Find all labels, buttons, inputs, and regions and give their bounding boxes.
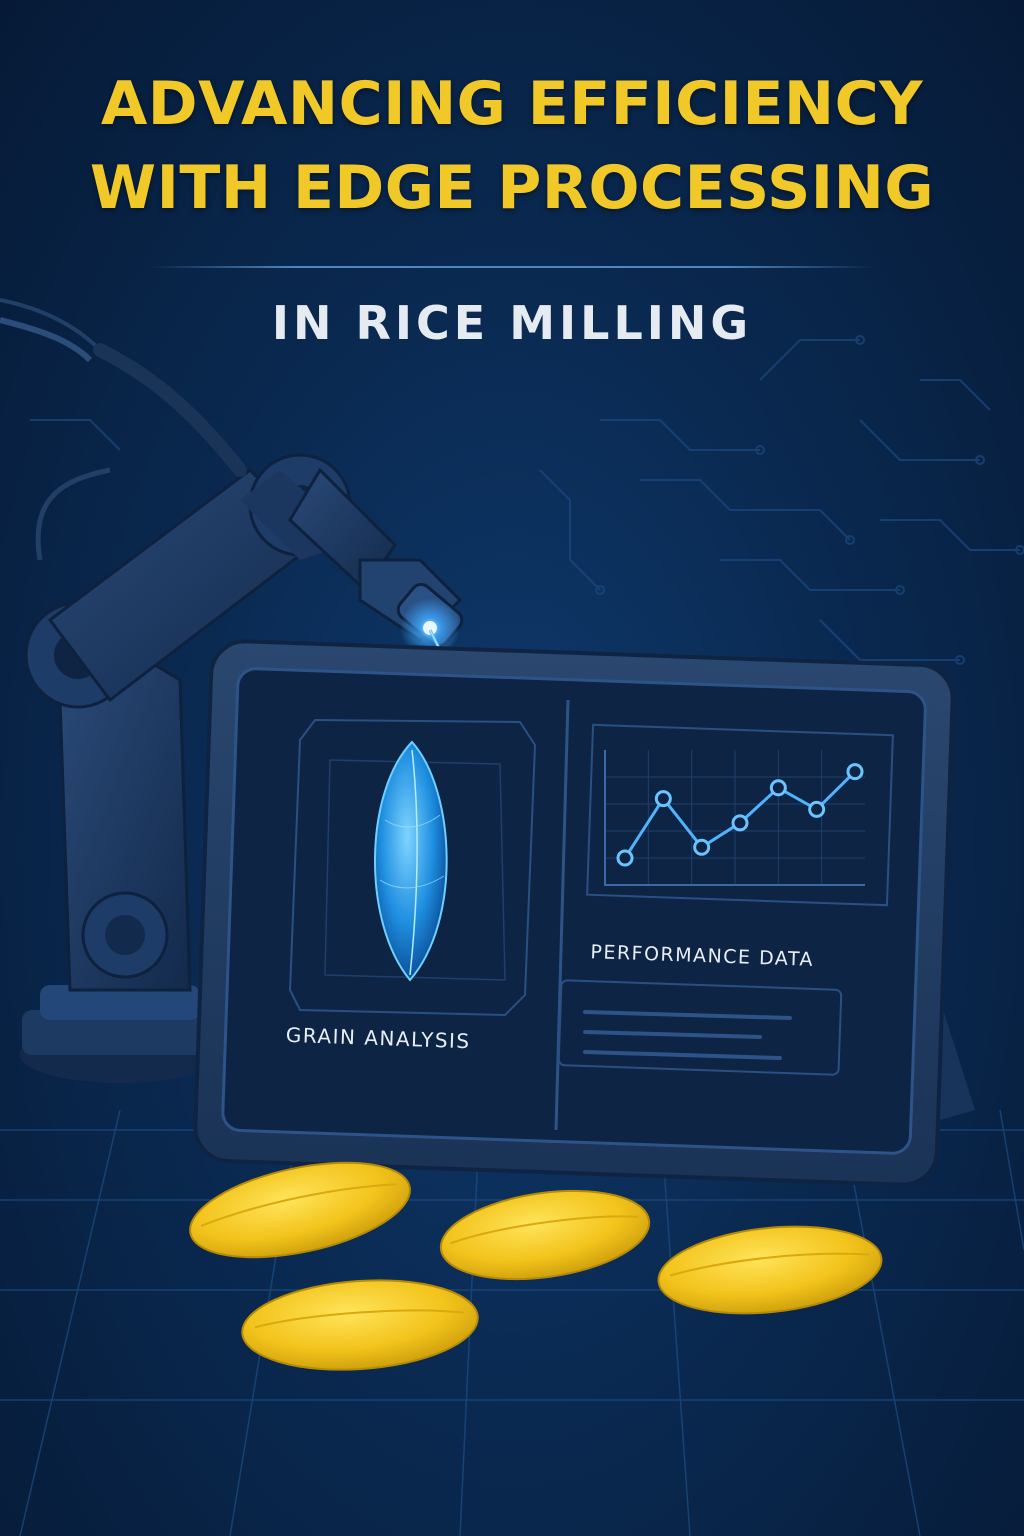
tablet [193, 639, 975, 1187]
rice-grain-icon [241, 1279, 479, 1371]
chart-data-point [616, 849, 634, 867]
title-divider [150, 266, 874, 268]
chart-data-point [769, 779, 787, 797]
chart-data-point [731, 814, 749, 832]
chart-data-point [846, 763, 864, 781]
illustration-scene: GRAIN ANALYSIS PERFORMANCE DATA [0, 298, 1024, 1536]
chart-data-point [808, 800, 826, 818]
title-line-1: ADVANCING EFFICIENCY [100, 69, 924, 139]
page-subtitle: IN RICE MILLING [271, 296, 753, 350]
rice-grain-icon [657, 1225, 883, 1315]
page-title: ADVANCING EFFICIENCY WITH EDGE PROCESSIN… [0, 62, 1024, 230]
title-line-2: WITH EDGE PROCESSING [89, 153, 935, 223]
rice-grain-icon [439, 1189, 651, 1281]
chart-data-point [693, 838, 711, 856]
chart-data-point [654, 790, 672, 808]
